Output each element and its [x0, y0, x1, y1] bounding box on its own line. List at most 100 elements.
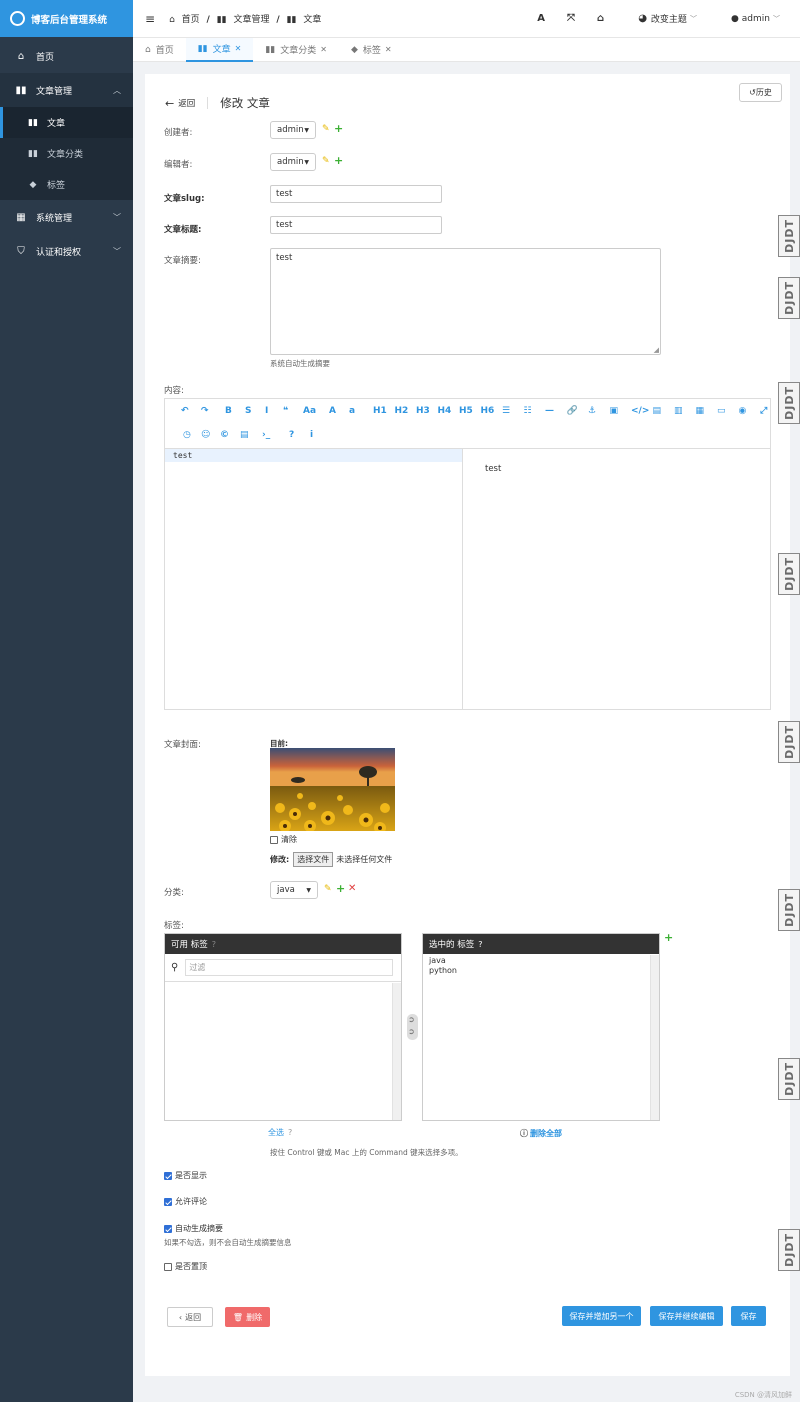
help-icon[interactable]: ? [289, 430, 294, 440]
scrollbar[interactable] [650, 955, 659, 1120]
add-plus-icon[interactable]: + [336, 882, 345, 895]
save-button[interactable]: 保存 [731, 1306, 766, 1326]
font-size-icon[interactable]: A [537, 13, 545, 24]
sidebar-subitem-article[interactable]: ▮▮ 文章 [0, 107, 133, 138]
djdt-toolbar-handle[interactable]: DJDT [778, 215, 800, 257]
html-entities-icon[interactable]: © [220, 430, 229, 440]
sidebar-item-auth[interactable]: ⛉ 认证和授权 ﹀ [0, 234, 133, 268]
choose-file-button[interactable]: 选择文件 [293, 852, 334, 867]
quote-icon[interactable]: ❝ [283, 406, 288, 416]
scrollbar[interactable] [392, 983, 401, 1120]
sidebar-subitem-category[interactable]: ▮▮ 文章分类 [0, 138, 133, 169]
breadcrumb-item[interactable]: 首页 [182, 15, 200, 25]
add-tag-plus-icon[interactable]: + [664, 931, 673, 944]
datetime-icon[interactable]: ▭ [717, 406, 726, 416]
edit-pencil-icon[interactable]: ✎ [324, 884, 332, 894]
auto-summary-checkbox[interactable] [164, 1224, 172, 1233]
redo-icon[interactable]: ↷ [201, 406, 209, 416]
add-plus-icon[interactable]: + [334, 154, 343, 167]
top-checkbox[interactable] [164, 1262, 172, 1271]
edit-pencil-icon[interactable]: ✎ [322, 156, 330, 166]
add-plus-icon[interactable]: + [334, 122, 343, 135]
brand[interactable]: 博客后台管理系统 [0, 0, 133, 37]
chosen-tags-list[interactable]: java python [423, 954, 659, 978]
close-icon[interactable]: ✕ [235, 44, 242, 53]
back-link[interactable]: 返回 [178, 97, 195, 109]
h1-icon[interactable]: H1 [373, 406, 387, 416]
code-block-icon[interactable]: ▤ [653, 406, 662, 416]
cover-clear-checkbox[interactable] [270, 835, 278, 844]
close-icon[interactable]: ✕ [385, 45, 392, 54]
bold-icon[interactable]: B [225, 406, 232, 416]
edit-pencil-icon[interactable]: ✎ [322, 124, 330, 134]
fullscreen-icon[interactable]: ⤧ [567, 13, 575, 24]
home-icon[interactable]: ⌂ [597, 13, 604, 24]
link-icon[interactable]: 🔗 [567, 406, 578, 416]
djdt-toolbar-handle[interactable]: DJDT [778, 277, 800, 319]
delete-x-icon[interactable]: ✕ [348, 883, 356, 894]
slug-input[interactable]: test [270, 185, 442, 203]
tab-article[interactable]: ▮▮ 文章 ✕ [185, 37, 254, 62]
fullscreen-icon[interactable]: ⤢ [760, 406, 767, 416]
choose-all-link[interactable]: 全选 ? [268, 1127, 292, 1138]
editor-source-pane[interactable]: test [165, 449, 463, 709]
comment-checkbox[interactable] [164, 1197, 172, 1206]
user-menu[interactable]: admin [742, 14, 770, 24]
chosen-tag-option[interactable]: python [429, 966, 653, 976]
djdt-toolbar-handle[interactable]: DJDT [778, 382, 800, 424]
watch-icon[interactable]: ◉ [739, 406, 747, 416]
tab-tags[interactable]: ◆ 标签 ✕ [339, 38, 404, 62]
breadcrumb-item[interactable]: 文章 [303, 15, 321, 25]
tab-home[interactable]: ⌂ 首页 [133, 38, 186, 62]
h2-icon[interactable]: H2 [395, 406, 409, 416]
sidebar-item-system[interactable]: ▦ 系统管理 ﹀ [0, 200, 133, 234]
chosen-tag-option[interactable]: java [429, 956, 653, 966]
djdt-toolbar-handle[interactable]: DJDT [778, 889, 800, 931]
djdt-toolbar-handle[interactable]: DJDT [778, 721, 800, 763]
remove-arrow-icon[interactable]: ➲ [408, 1027, 415, 1036]
pagebreak-icon[interactable]: ▤ [240, 430, 249, 440]
resize-handle-icon[interactable]: ◢ [654, 346, 659, 354]
image-icon[interactable]: ▣ [610, 406, 619, 416]
anchor-icon[interactable]: ⚓ [588, 406, 596, 416]
unordered-list-icon[interactable]: ☰ [502, 406, 510, 416]
save-add-another-button[interactable]: 保存并增加另一个 [562, 1306, 641, 1326]
info-icon[interactable]: i [310, 430, 313, 440]
djdt-toolbar-handle[interactable]: DJDT [778, 1229, 800, 1271]
font-size-icon[interactable]: A [329, 406, 336, 416]
lowercase-icon[interactable]: a [349, 406, 355, 416]
h5-icon[interactable]: H5 [459, 406, 473, 416]
cover-image[interactable] [270, 748, 395, 831]
close-icon[interactable]: ✕ [320, 45, 327, 54]
summary-textarea[interactable]: test ◢ [270, 248, 661, 355]
h6-icon[interactable]: H6 [481, 406, 495, 416]
h4-icon[interactable]: H4 [438, 406, 452, 416]
tab-category[interactable]: ▮▮ 文章分类 ✕ [253, 38, 339, 62]
ordered-list-icon[interactable]: ☷ [524, 406, 532, 416]
sidebar-item-home[interactable]: ⌂ 首页 [0, 39, 133, 73]
strikethrough-icon[interactable]: S [245, 406, 251, 416]
category-select[interactable]: java ▼ [270, 881, 318, 899]
preformatted-icon[interactable]: ▥ [674, 406, 683, 416]
theme-button[interactable]: 改变主题 [651, 12, 687, 25]
save-continue-button[interactable]: 保存并继续编辑 [650, 1306, 723, 1326]
filter-input[interactable]: 过滤 [185, 959, 394, 976]
title-input[interactable]: test [270, 216, 442, 234]
creator-select[interactable]: admin ▼ [270, 121, 316, 139]
djdt-toolbar-handle[interactable]: DJDT [778, 553, 800, 595]
sidebar-subitem-tags[interactable]: ◆ 标签 [0, 169, 133, 200]
code-icon[interactable]: </> [631, 406, 649, 416]
h3-icon[interactable]: H3 [416, 406, 430, 416]
horizontal-rule-icon[interactable]: — [545, 406, 554, 416]
sidebar-item-article-management[interactable]: ▮▮ 文章管理 ︿ [0, 73, 133, 107]
emoji-icon[interactable]: ☺ [201, 430, 210, 440]
remove-all-link[interactable]: ⓘ 删除全部 [520, 1128, 562, 1139]
editor-select[interactable]: admin ▼ [270, 153, 316, 171]
terminal-icon[interactable]: ›_ [262, 430, 270, 440]
table-icon[interactable]: ▦ [696, 406, 705, 416]
history-button[interactable]: ↺ 历史 [739, 83, 782, 102]
show-checkbox[interactable] [164, 1171, 172, 1180]
italic-icon[interactable]: I [265, 406, 268, 416]
uppercase-icon[interactable]: Aa [303, 406, 316, 416]
hamburger-icon[interactable]: ≡ [145, 12, 155, 26]
